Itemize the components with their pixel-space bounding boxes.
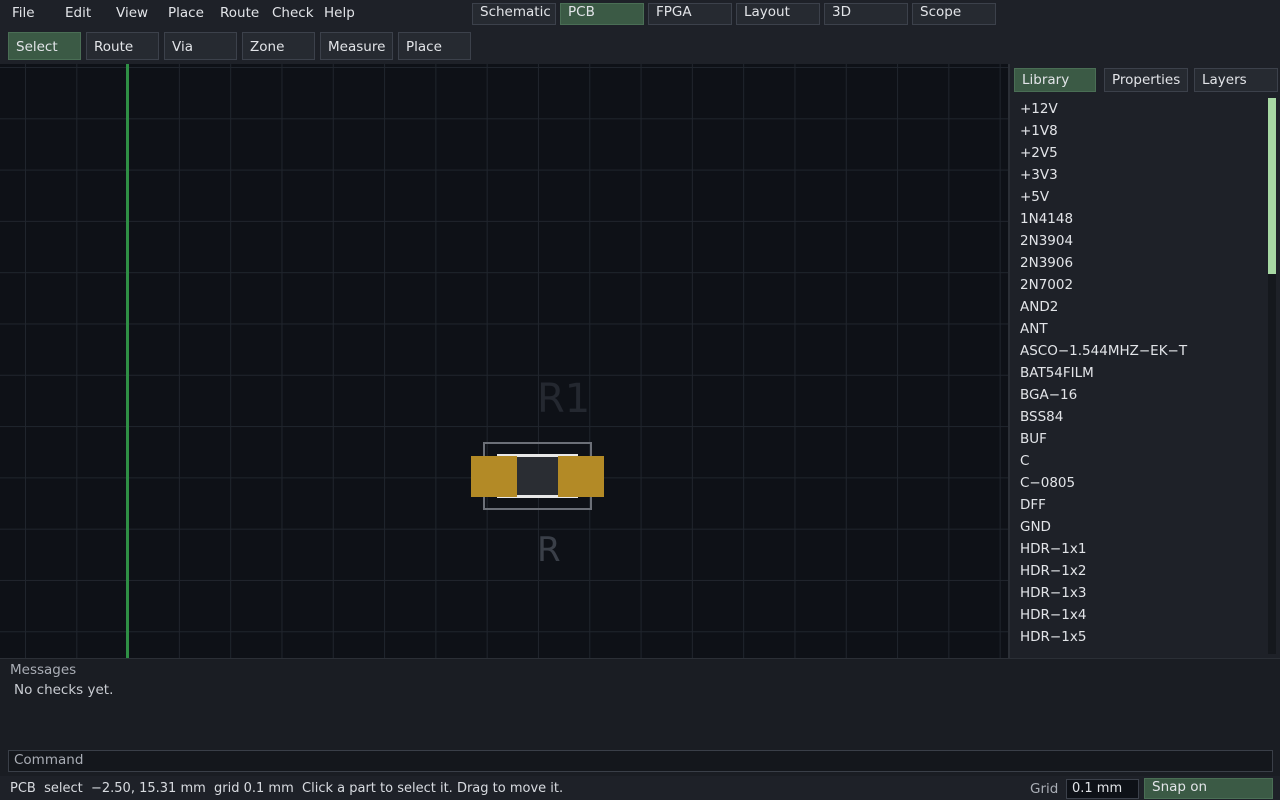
library-item[interactable]: 2N7002: [1020, 274, 1265, 296]
tab-scope[interactable]: Scope: [912, 3, 996, 25]
library-item[interactable]: 2N3904: [1020, 230, 1265, 252]
tab-pcb[interactable]: PCB: [560, 3, 644, 25]
library-item[interactable]: GND: [1020, 516, 1265, 538]
pad-2[interactable]: [558, 456, 604, 497]
grid-size-field[interactable]: 0.1 mm: [1066, 779, 1139, 799]
library-item[interactable]: HDR−1x3: [1020, 582, 1265, 604]
library-item[interactable]: BSS84: [1020, 406, 1265, 428]
zone-tool-button[interactable]: Zone: [242, 32, 315, 60]
select-tool-button[interactable]: Select: [8, 32, 81, 60]
toolbar: Select Route Via Zone Measure Place: [0, 28, 1280, 64]
library-item[interactable]: +2V5: [1020, 142, 1265, 164]
menu-place[interactable]: Place: [168, 5, 204, 21]
messages-title: Messages: [10, 662, 77, 678]
side-panel: Library Properties Layers +12V +1V8 +2V5 +3…: [1008, 64, 1280, 658]
library-item[interactable]: +5V: [1020, 186, 1265, 208]
library-item[interactable]: DFF: [1020, 494, 1265, 516]
menu-edit[interactable]: Edit: [65, 5, 91, 21]
library-item[interactable]: +1V8: [1020, 120, 1265, 142]
tab-properties[interactable]: Properties: [1104, 68, 1188, 92]
messages-text: No checks yet.: [14, 682, 114, 698]
menu-bar: File Edit View Place Route Check Help Sc…: [0, 0, 1280, 28]
measure-tool-button[interactable]: Measure: [320, 32, 393, 60]
library-item[interactable]: ASCO−1.544MHZ−EK−T: [1020, 340, 1265, 362]
mode-tabs: Schematic PCB FPGA Layout 3D Scope: [472, 3, 996, 25]
place-tool-button[interactable]: Place: [398, 32, 471, 60]
library-item[interactable]: ANT: [1020, 318, 1265, 340]
tab-3d[interactable]: 3D: [824, 3, 908, 25]
library-item[interactable]: BGA−16: [1020, 384, 1265, 406]
component-value-label: R: [537, 530, 561, 570]
tab-schematic[interactable]: Schematic: [472, 3, 556, 25]
command-placeholder: Command: [14, 752, 84, 768]
pcb-canvas[interactable]: R1 R: [0, 64, 1008, 658]
tab-library[interactable]: Library: [1014, 68, 1096, 92]
status-text: PCB select −2.50, 15.31 mm grid 0.1 mm C…: [10, 781, 564, 796]
via-tool-button[interactable]: Via: [164, 32, 237, 60]
library-item[interactable]: 2N3906: [1020, 252, 1265, 274]
component-reference-label: R1: [537, 376, 591, 422]
library-item[interactable]: AND2: [1020, 296, 1265, 318]
library-item[interactable]: HDR−1x2: [1020, 560, 1265, 582]
library-item[interactable]: C−0805: [1020, 472, 1265, 494]
library-list: +12V +1V8 +2V5 +3V3 +5V 1N4148 2N3904 2N3906 2N7…: [1020, 98, 1265, 654]
grid-label: Grid: [1030, 781, 1059, 797]
library-item[interactable]: BAT54FILM: [1020, 362, 1265, 384]
library-item[interactable]: HDR−1x5: [1020, 626, 1265, 648]
library-item[interactable]: +12V: [1020, 98, 1265, 120]
library-item[interactable]: HDR−1x4: [1020, 604, 1265, 626]
pcb-track[interactable]: [126, 64, 129, 658]
messages-pane: Messages No checks yet.: [0, 658, 1280, 748]
library-item[interactable]: +3V3: [1020, 164, 1265, 186]
library-item[interactable]: C: [1020, 450, 1265, 472]
tab-fpga[interactable]: FPGA: [648, 3, 732, 25]
app-window: File Edit View Place Route Check Help Sc…: [0, 0, 1280, 800]
scrollbar-thumb[interactable]: [1268, 98, 1276, 274]
menu-check[interactable]: Check: [272, 5, 314, 21]
library-item[interactable]: BUF: [1020, 428, 1265, 450]
command-input[interactable]: Command: [8, 750, 1273, 772]
tab-layout[interactable]: Layout: [736, 3, 820, 25]
status-bar: PCB select −2.50, 15.31 mm grid 0.1 mm C…: [0, 776, 1280, 800]
library-item[interactable]: HDR−1x1: [1020, 538, 1265, 560]
pad-1[interactable]: [471, 456, 517, 497]
menu-file[interactable]: File: [12, 5, 35, 21]
tab-layers[interactable]: Layers: [1194, 68, 1278, 92]
library-item[interactable]: 1N4148: [1020, 208, 1265, 230]
snap-toggle-button[interactable]: Snap on: [1144, 778, 1273, 799]
menu-route[interactable]: Route: [220, 5, 259, 21]
route-tool-button[interactable]: Route: [86, 32, 159, 60]
menu-help[interactable]: Help: [324, 5, 355, 21]
menu-view[interactable]: View: [116, 5, 148, 21]
library-scrollbar[interactable]: [1268, 98, 1276, 654]
